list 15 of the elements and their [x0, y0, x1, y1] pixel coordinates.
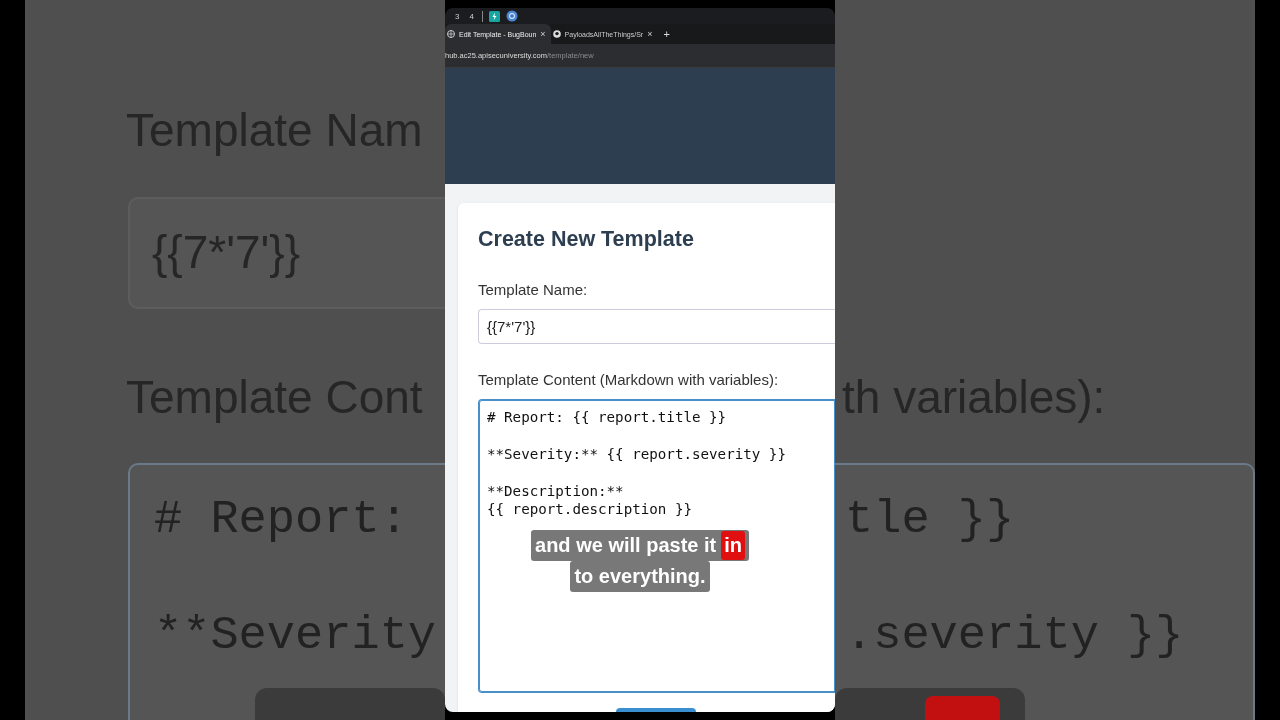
form-title: Create New Template: [478, 226, 694, 252]
close-icon[interactable]: ×: [540, 29, 546, 39]
workspace-number[interactable]: 3: [453, 11, 462, 21]
globe-icon: [447, 30, 455, 38]
new-tab-icon[interactable]: +: [663, 28, 670, 40]
close-icon[interactable]: ×: [647, 29, 653, 39]
workspace-number[interactable]: 4: [467, 11, 476, 21]
field-label: Template Name:: [478, 280, 588, 298]
caption-text: and we will paste it: [535, 533, 717, 558]
lightning-app-icon[interactable]: [488, 10, 500, 22]
field-label: Template Content (Markdown with variables):: [478, 370, 779, 388]
caption-text: in: [721, 531, 745, 560]
caption-text: to everything.: [574, 564, 706, 589]
name-field[interactable]: {{7*'7'}}: [478, 308, 835, 344]
browser-app-icon[interactable]: [505, 10, 518, 22]
